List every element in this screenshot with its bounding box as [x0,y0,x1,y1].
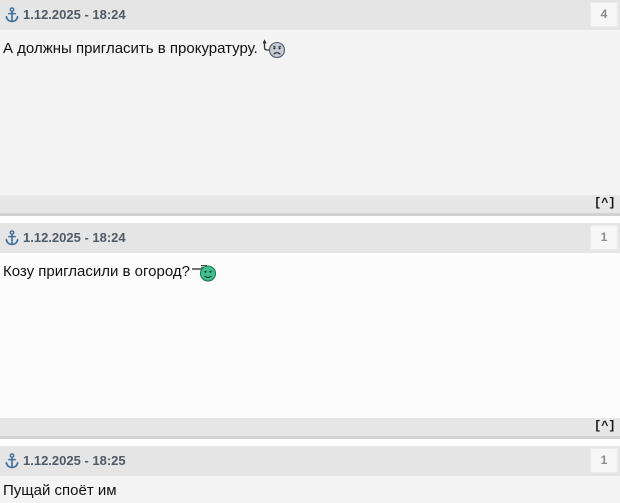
comment-post: 1.12.2025 - 18:25 1 Пущай споёт им [0,446,620,503]
comment-counter[interactable]: 4 [590,2,618,27]
comment-text-line: А должны пригласить в прокуратуру. [3,39,287,59]
comment-text-line: Козу пригласили в огород? [3,262,218,282]
back-to-top-link[interactable]: [^] [594,419,616,434]
green-smiley-with-fork-icon [191,265,217,282]
anchor-icon[interactable] [5,453,19,469]
comment-text: А должны пригласить в прокуратуру. [3,39,258,57]
comment-counter[interactable]: 1 [590,225,618,250]
comment-body: Козу пригласили в огород? [0,253,620,418]
back-to-top-link[interactable]: [^] [594,196,616,211]
divider [0,436,620,439]
anchor-icon[interactable] [5,7,19,23]
comment-footer: [^] [0,195,620,213]
comment-post: 1.12.2025 - 18:24 4 А должны пригласить … [0,0,620,218]
comment-thread: 1.12.2025 - 18:24 4 А должны пригласить … [0,0,620,503]
comment-header: 1.12.2025 - 18:24 1 [0,223,620,253]
comment-text: Пущай споёт им [3,482,117,499]
comment-date[interactable]: 1.12.2025 - 18:25 [23,453,126,469]
anchor-icon[interactable] [5,230,19,246]
comment-body: А должны пригласить в прокуратуру. [0,30,620,195]
comment-post: 1.12.2025 - 18:24 1 Козу пригласили в ог… [0,223,620,441]
sad-smiley-with-hook-icon [262,39,285,59]
comment-header: 1.12.2025 - 18:24 4 [0,0,620,30]
comment-date[interactable]: 1.12.2025 - 18:24 [23,230,126,246]
comment-counter[interactable]: 1 [590,448,618,473]
comment-header: 1.12.2025 - 18:25 1 [0,446,620,476]
comment-text: Козу пригласили в огород? [3,262,190,280]
comment-text-line: Пущай споёт им [3,482,117,500]
comment-body: Пущай споёт им [0,476,620,503]
comment-date[interactable]: 1.12.2025 - 18:24 [23,7,126,23]
divider [0,213,620,216]
comment-footer: [^] [0,418,620,436]
